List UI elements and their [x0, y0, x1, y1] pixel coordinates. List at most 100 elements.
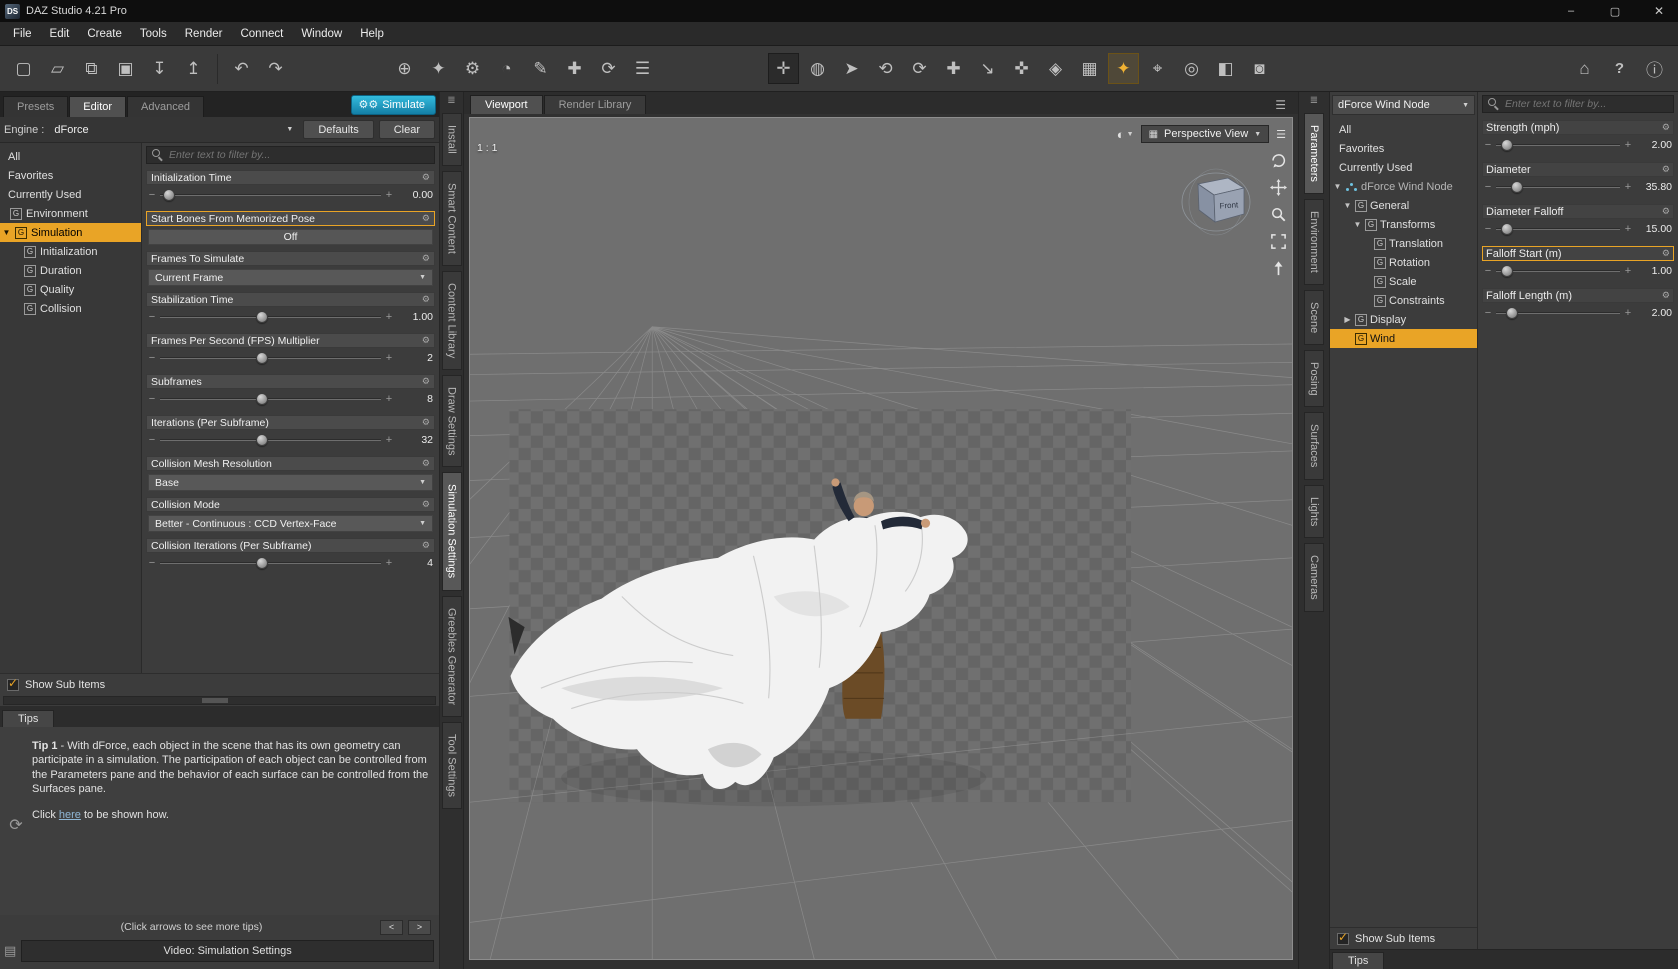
slider-decrement[interactable]: − [148, 352, 156, 364]
gear-icon[interactable]: ⚙ [422, 376, 430, 387]
slider-track[interactable] [160, 430, 381, 450]
slider-decrement[interactable]: − [1484, 265, 1492, 277]
slider-increment[interactable]: + [385, 557, 393, 569]
menu-connect[interactable]: Connect [231, 24, 292, 44]
slider-value[interactable]: 4 [397, 557, 433, 569]
defaults-button[interactable]: Defaults [303, 120, 374, 139]
slider-handle[interactable] [255, 311, 268, 323]
reset-view-icon[interactable] [1270, 260, 1287, 277]
slider-value[interactable]: 2.00 [1636, 139, 1672, 151]
node-selector-dropdown[interactable]: dForce Wind Node ▼ [1332, 95, 1475, 115]
tips-tab[interactable]: Tips [2, 710, 55, 727]
category-favorites[interactable]: Favorites [0, 166, 141, 185]
geometry-editor-icon[interactable]: ▦ [1074, 53, 1105, 84]
universal-tool-icon[interactable]: ✛ [768, 53, 799, 84]
slider-value[interactable]: 32 [397, 434, 433, 446]
slider-value[interactable]: 0.00 [397, 189, 433, 201]
slider-increment[interactable]: + [1624, 181, 1632, 193]
tab-greebles-generator[interactable]: Greebles Generator [441, 595, 462, 717]
save-file-icon[interactable]: ▣ [110, 53, 141, 84]
tab-draw-settings[interactable]: Draw Settings [441, 374, 462, 468]
start-bones-toggle[interactable]: Off [148, 229, 433, 245]
create-figure-icon[interactable]: ⊕ [389, 53, 420, 84]
view-cube[interactable]: Front [1178, 166, 1254, 236]
show-sub-items-checkbox[interactable] [7, 676, 19, 691]
slider-track[interactable] [160, 553, 381, 573]
tab-cameras[interactable]: Cameras [1304, 543, 1324, 612]
open-file-icon[interactable]: ▱ [42, 53, 73, 84]
refresh-tips-icon[interactable]: ⟳ [4, 739, 28, 911]
translate-tool-icon[interactable]: ✚ [938, 53, 969, 84]
refresh-icon[interactable]: ⟳ [593, 53, 624, 84]
gear-icon[interactable]: ⚙ [422, 294, 430, 305]
category-quality[interactable]: G Quality [0, 280, 141, 299]
tree-item-currently-used[interactable]: Currently Used [1330, 158, 1477, 177]
tab-presets[interactable]: Presets [3, 96, 69, 117]
slider-decrement[interactable]: − [1484, 139, 1492, 151]
slider-increment[interactable]: + [385, 393, 393, 405]
slider-handle[interactable] [1501, 139, 1514, 151]
dock-handle-icon[interactable]: ≣ [447, 95, 455, 108]
minimize-button[interactable]: – [1552, 0, 1590, 22]
tips-tab[interactable]: Tips [1332, 952, 1385, 969]
scrollbar-thumb[interactable] [202, 698, 229, 703]
slider-handle[interactable] [1506, 307, 1519, 319]
slider-handle[interactable] [1501, 265, 1514, 277]
slider-value[interactable]: 8 [397, 393, 433, 405]
daz-dashboard-icon[interactable]: ⌂ [1569, 53, 1600, 84]
tree-item-general[interactable]: ▼ G General [1330, 196, 1477, 215]
slider-track[interactable] [1496, 177, 1620, 197]
tab-scene[interactable]: Scene [1304, 289, 1324, 345]
slider-value[interactable]: 1.00 [1636, 265, 1672, 277]
video-simulation-settings-button[interactable]: Video: Simulation Settings [21, 940, 434, 962]
viewport-options-icon[interactable]: ☰ [1276, 128, 1286, 141]
slider-decrement[interactable]: − [1484, 181, 1492, 193]
redo-icon[interactable]: ↷ [260, 53, 291, 84]
slider-increment[interactable]: + [1624, 139, 1632, 151]
slider-handle[interactable] [255, 393, 268, 405]
info-icon[interactable]: ⓘ [1639, 53, 1670, 84]
maximize-button[interactable]: ▢ [1596, 0, 1634, 22]
gear-icon[interactable]: ⚙ [1662, 248, 1670, 259]
menu-window[interactable]: Window [292, 24, 351, 44]
tab-install[interactable]: Install [441, 113, 462, 166]
render-camera-icon[interactable]: ◙ [1244, 53, 1275, 84]
slider-track[interactable] [160, 389, 381, 409]
drawstyle-icon[interactable]: ◐ ▼ [1117, 127, 1134, 142]
tips-here-link[interactable]: here [59, 809, 81, 821]
view-selector-dropdown[interactable]: ▦ Perspective View ▼ [1140, 125, 1270, 143]
expand-arrow-icon[interactable]: ▼ [1333, 182, 1342, 191]
export-icon[interactable]: ↥ [178, 53, 209, 84]
gear-icon[interactable]: ⚙ [422, 335, 430, 346]
menu-create[interactable]: Create [78, 24, 131, 44]
puppeteer-icon[interactable]: ✎ [525, 53, 556, 84]
expand-arrow-icon[interactable]: ▼ [1353, 220, 1362, 229]
gear-icon[interactable]: ⚙ [1662, 164, 1670, 175]
menu-tools[interactable]: Tools [131, 24, 176, 44]
tab-lights[interactable]: Lights [1304, 484, 1324, 539]
tab-parameters[interactable]: Parameters [1304, 113, 1324, 194]
slider-increment[interactable]: + [385, 189, 393, 201]
tab-surfaces[interactable]: Surfaces [1304, 412, 1324, 480]
slider-decrement[interactable]: − [148, 393, 156, 405]
rotate-tool-icon[interactable]: ⟲ [870, 53, 901, 84]
joint-editor-icon[interactable]: ⚙ [457, 53, 488, 84]
previous-tip-button[interactable]: < [380, 919, 403, 935]
slider-decrement[interactable]: − [1484, 223, 1492, 235]
tab-editor[interactable]: Editor [69, 96, 127, 117]
slider-track[interactable] [160, 185, 381, 205]
horizontal-scrollbar[interactable] [3, 696, 436, 705]
gear-icon[interactable]: ⚙ [422, 213, 430, 224]
active-pose-tool-icon[interactable]: ✜ [1006, 53, 1037, 84]
gear-icon[interactable]: ⚙ [1662, 290, 1670, 301]
gear-icon[interactable]: ⚙ [422, 499, 430, 510]
category-currently-used[interactable]: Currently Used [0, 185, 141, 204]
next-tip-button[interactable]: > [408, 919, 431, 935]
node-selection-tool-icon[interactable]: ➤ [836, 53, 867, 84]
menu-file[interactable]: File [4, 24, 41, 44]
tab-content-library[interactable]: Content Library [441, 270, 462, 370]
gear-icon[interactable]: ⚙ [422, 172, 430, 183]
surface-selection-icon[interactable]: ◧ [1210, 53, 1241, 84]
slider-value[interactable]: 35.80 [1636, 181, 1672, 193]
tab-advanced[interactable]: Advanced [127, 96, 204, 117]
